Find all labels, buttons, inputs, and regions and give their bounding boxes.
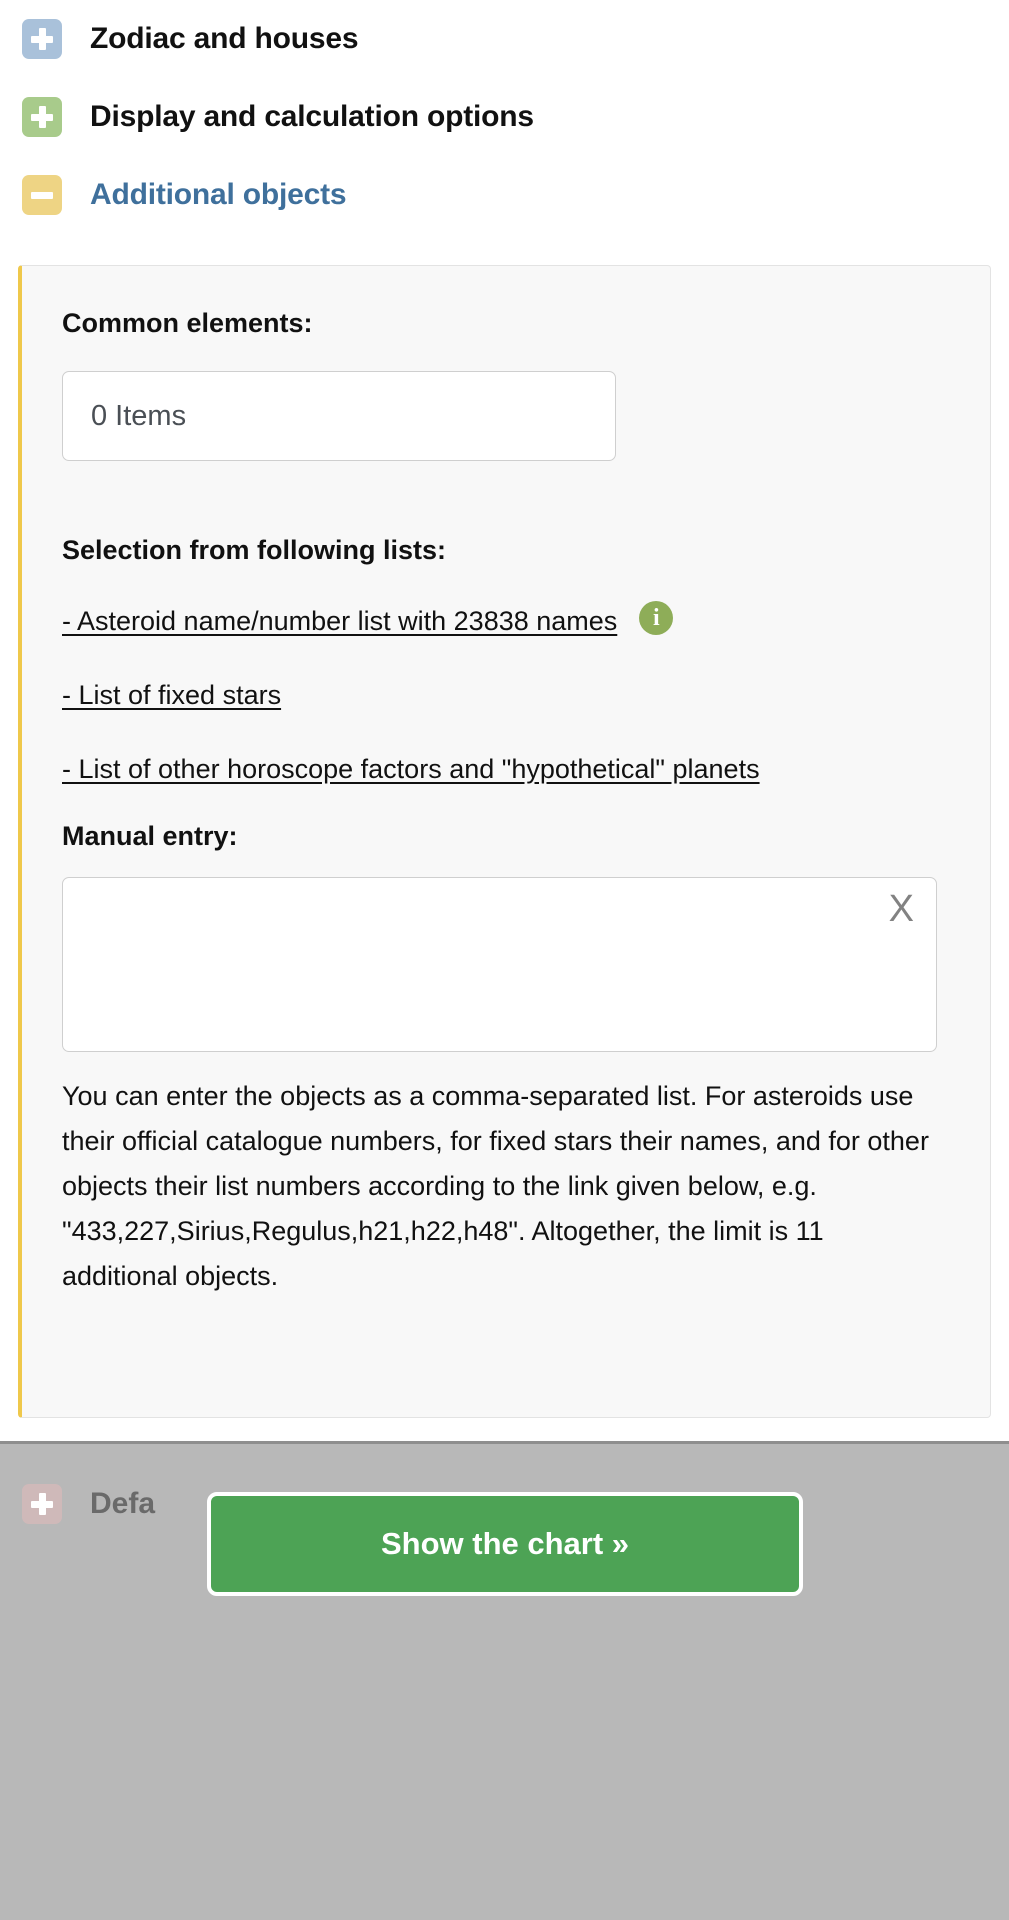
section-title-display-and-calculation-options: Display and calculation options: [90, 100, 534, 133]
manual-entry-label: Manual entry:: [62, 821, 238, 851]
bottom-action-bar: Defa Show the chart »: [0, 1441, 1009, 1920]
reference-links-list: - Asteroid name/number list with 23838 n…: [62, 599, 942, 792]
manual-entry-help-text: You can enter the objects as a comma-sep…: [62, 1081, 929, 1291]
link-list-of-other-horoscope-factors[interactable]: - List of other horoscope factors and "h…: [62, 747, 942, 792]
link-asteroid-name-number-list-label: - Asteroid name/number list with 23838 n…: [62, 606, 618, 636]
show-the-chart-button[interactable]: Show the chart »: [207, 1492, 803, 1596]
section-title-default-settings: Defa: [90, 1487, 156, 1520]
link-list-of-fixed-stars[interactable]: - List of fixed stars: [62, 673, 942, 718]
section-header-display-and-calculation-options[interactable]: Display and calculation options: [0, 78, 1009, 156]
section-title-additional-objects: Additional objects: [90, 178, 347, 211]
link-asteroid-name-number-list[interactable]: - Asteroid name/number list with 23838 n…: [62, 599, 942, 644]
section-header-additional-objects[interactable]: Additional objects: [0, 156, 1009, 234]
plus-icon[interactable]: [22, 97, 62, 137]
selection-from-lists-label: Selection from following lists:: [62, 535, 447, 565]
plus-icon-vertical-bar: [38, 1493, 46, 1515]
plus-icon[interactable]: [22, 19, 62, 59]
close-icon[interactable]: X: [889, 890, 914, 928]
plus-icon-vertical-bar: [38, 28, 46, 50]
common-elements-label: Common elements:: [62, 308, 313, 338]
minus-icon-horizontal-bar: [31, 191, 53, 199]
plus-icon-vertical-bar: [38, 106, 46, 128]
section-header-zodiac-and-houses[interactable]: Zodiac and houses: [0, 0, 1009, 78]
plus-icon[interactable]: [22, 1484, 62, 1524]
common-elements-select[interactable]: 0 Items: [62, 371, 616, 461]
info-icon[interactable]: i: [639, 601, 674, 635]
page-root: Zodiac and houses Display and calculatio…: [0, 0, 1009, 1920]
minus-icon[interactable]: [22, 175, 62, 215]
section-title-zodiac-and-houses: Zodiac and houses: [90, 22, 359, 55]
additional-objects-panel: Common elements: 0 Items Selection from …: [18, 265, 991, 1418]
common-elements-select-value: 0 Items: [91, 399, 187, 432]
manual-entry-field[interactable]: X: [62, 877, 937, 1052]
